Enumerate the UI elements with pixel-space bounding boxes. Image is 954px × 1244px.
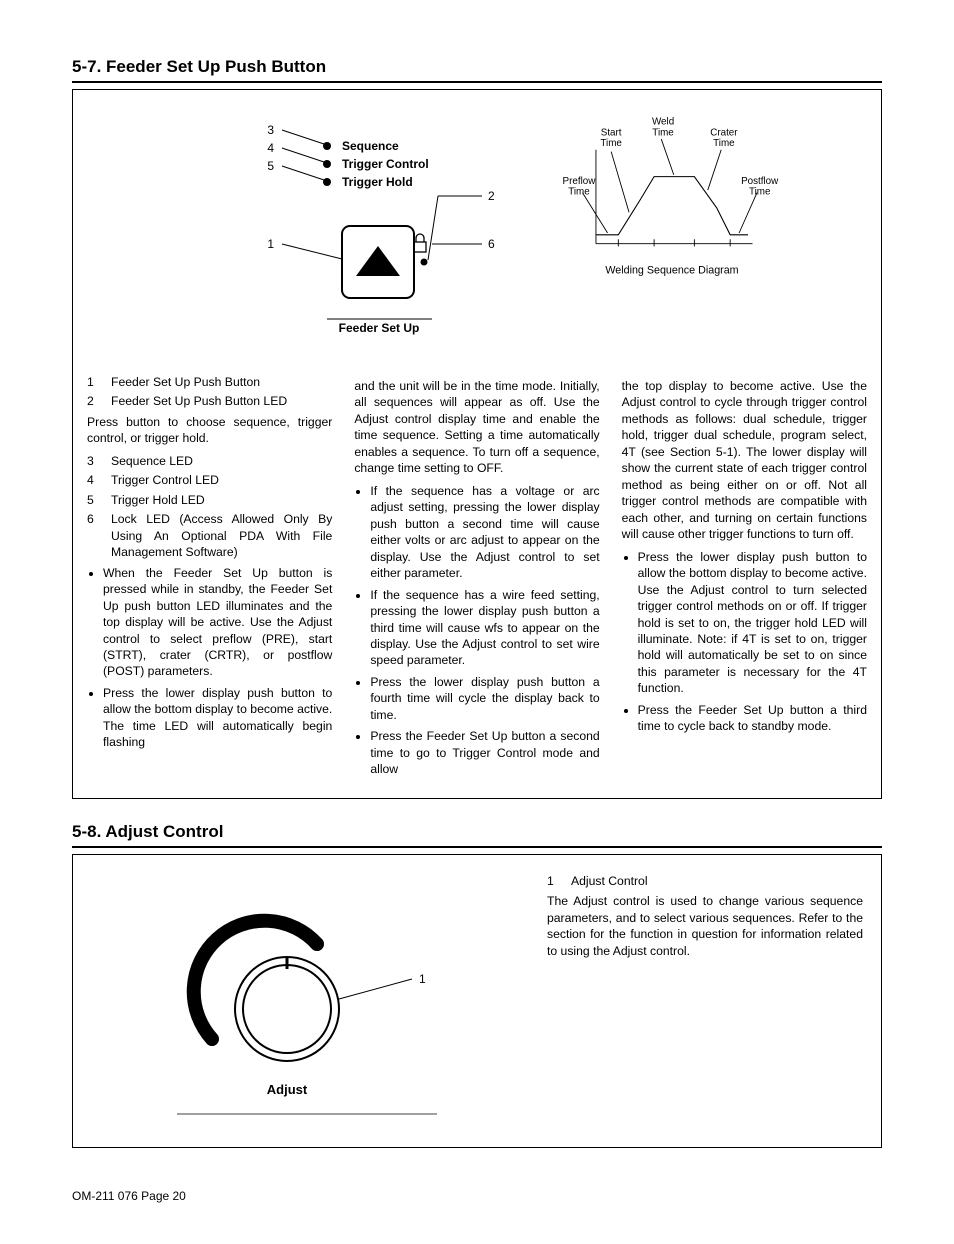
svg-text:1: 1 — [267, 237, 274, 251]
col-1: 1Feeder Set Up Push Button 2Feeder Set U… — [87, 374, 332, 784]
svg-text:CraterTime: CraterTime — [710, 127, 738, 149]
svg-text:PreflowTime: PreflowTime — [563, 176, 597, 198]
svg-text:StartTime: StartTime — [600, 127, 622, 149]
label-trigger-control: Trigger Control — [342, 157, 429, 171]
svg-text:1: 1 — [419, 972, 426, 986]
lock-icon — [414, 234, 426, 252]
label-sequence: Sequence — [342, 139, 399, 153]
col-3: the top display to become active. Use th… — [622, 374, 867, 784]
col-2: and the unit will be in the time mode. I… — [354, 374, 599, 784]
svg-text:4: 4 — [267, 141, 274, 155]
svg-text:PostflowTime: PostflowTime — [741, 176, 779, 198]
figure-5-8: 1 Adjust 1Adjust Control The Adjust cont… — [72, 854, 882, 1148]
svg-text:6: 6 — [488, 237, 495, 251]
figure-5-7: Feeder Set Up Sequence Trigger Control T… — [72, 89, 882, 799]
adjust-caption: Adjust — [267, 1082, 308, 1097]
page-footer: OM-211 076 Page 20 — [72, 1188, 882, 1204]
weld-diagram-caption: Welding Sequence Diagram — [605, 264, 738, 276]
section-5-7-heading: 5-7. Feeder Set Up Push Button — [72, 56, 882, 83]
label-trigger-hold: Trigger Hold — [342, 175, 413, 189]
svg-text:3: 3 — [267, 123, 274, 137]
section-5-8-heading: 5-8. Adjust Control — [72, 821, 882, 848]
feeder-caption: Feeder Set Up — [339, 321, 420, 335]
feeder-setup-drawing: Feeder Set Up Sequence Trigger Control T… — [142, 104, 502, 344]
adjust-text: 1Adjust Control The Adjust control is us… — [547, 869, 867, 965]
svg-text:WeldTime: WeldTime — [652, 117, 674, 139]
welding-sequence-diagram: PreflowTime StartTime WeldTime CraterTim… — [532, 114, 812, 284]
adjust-control-drawing: 1 Adjust — [137, 889, 467, 1119]
svg-text:2: 2 — [488, 189, 495, 203]
svg-text:5: 5 — [267, 159, 274, 173]
